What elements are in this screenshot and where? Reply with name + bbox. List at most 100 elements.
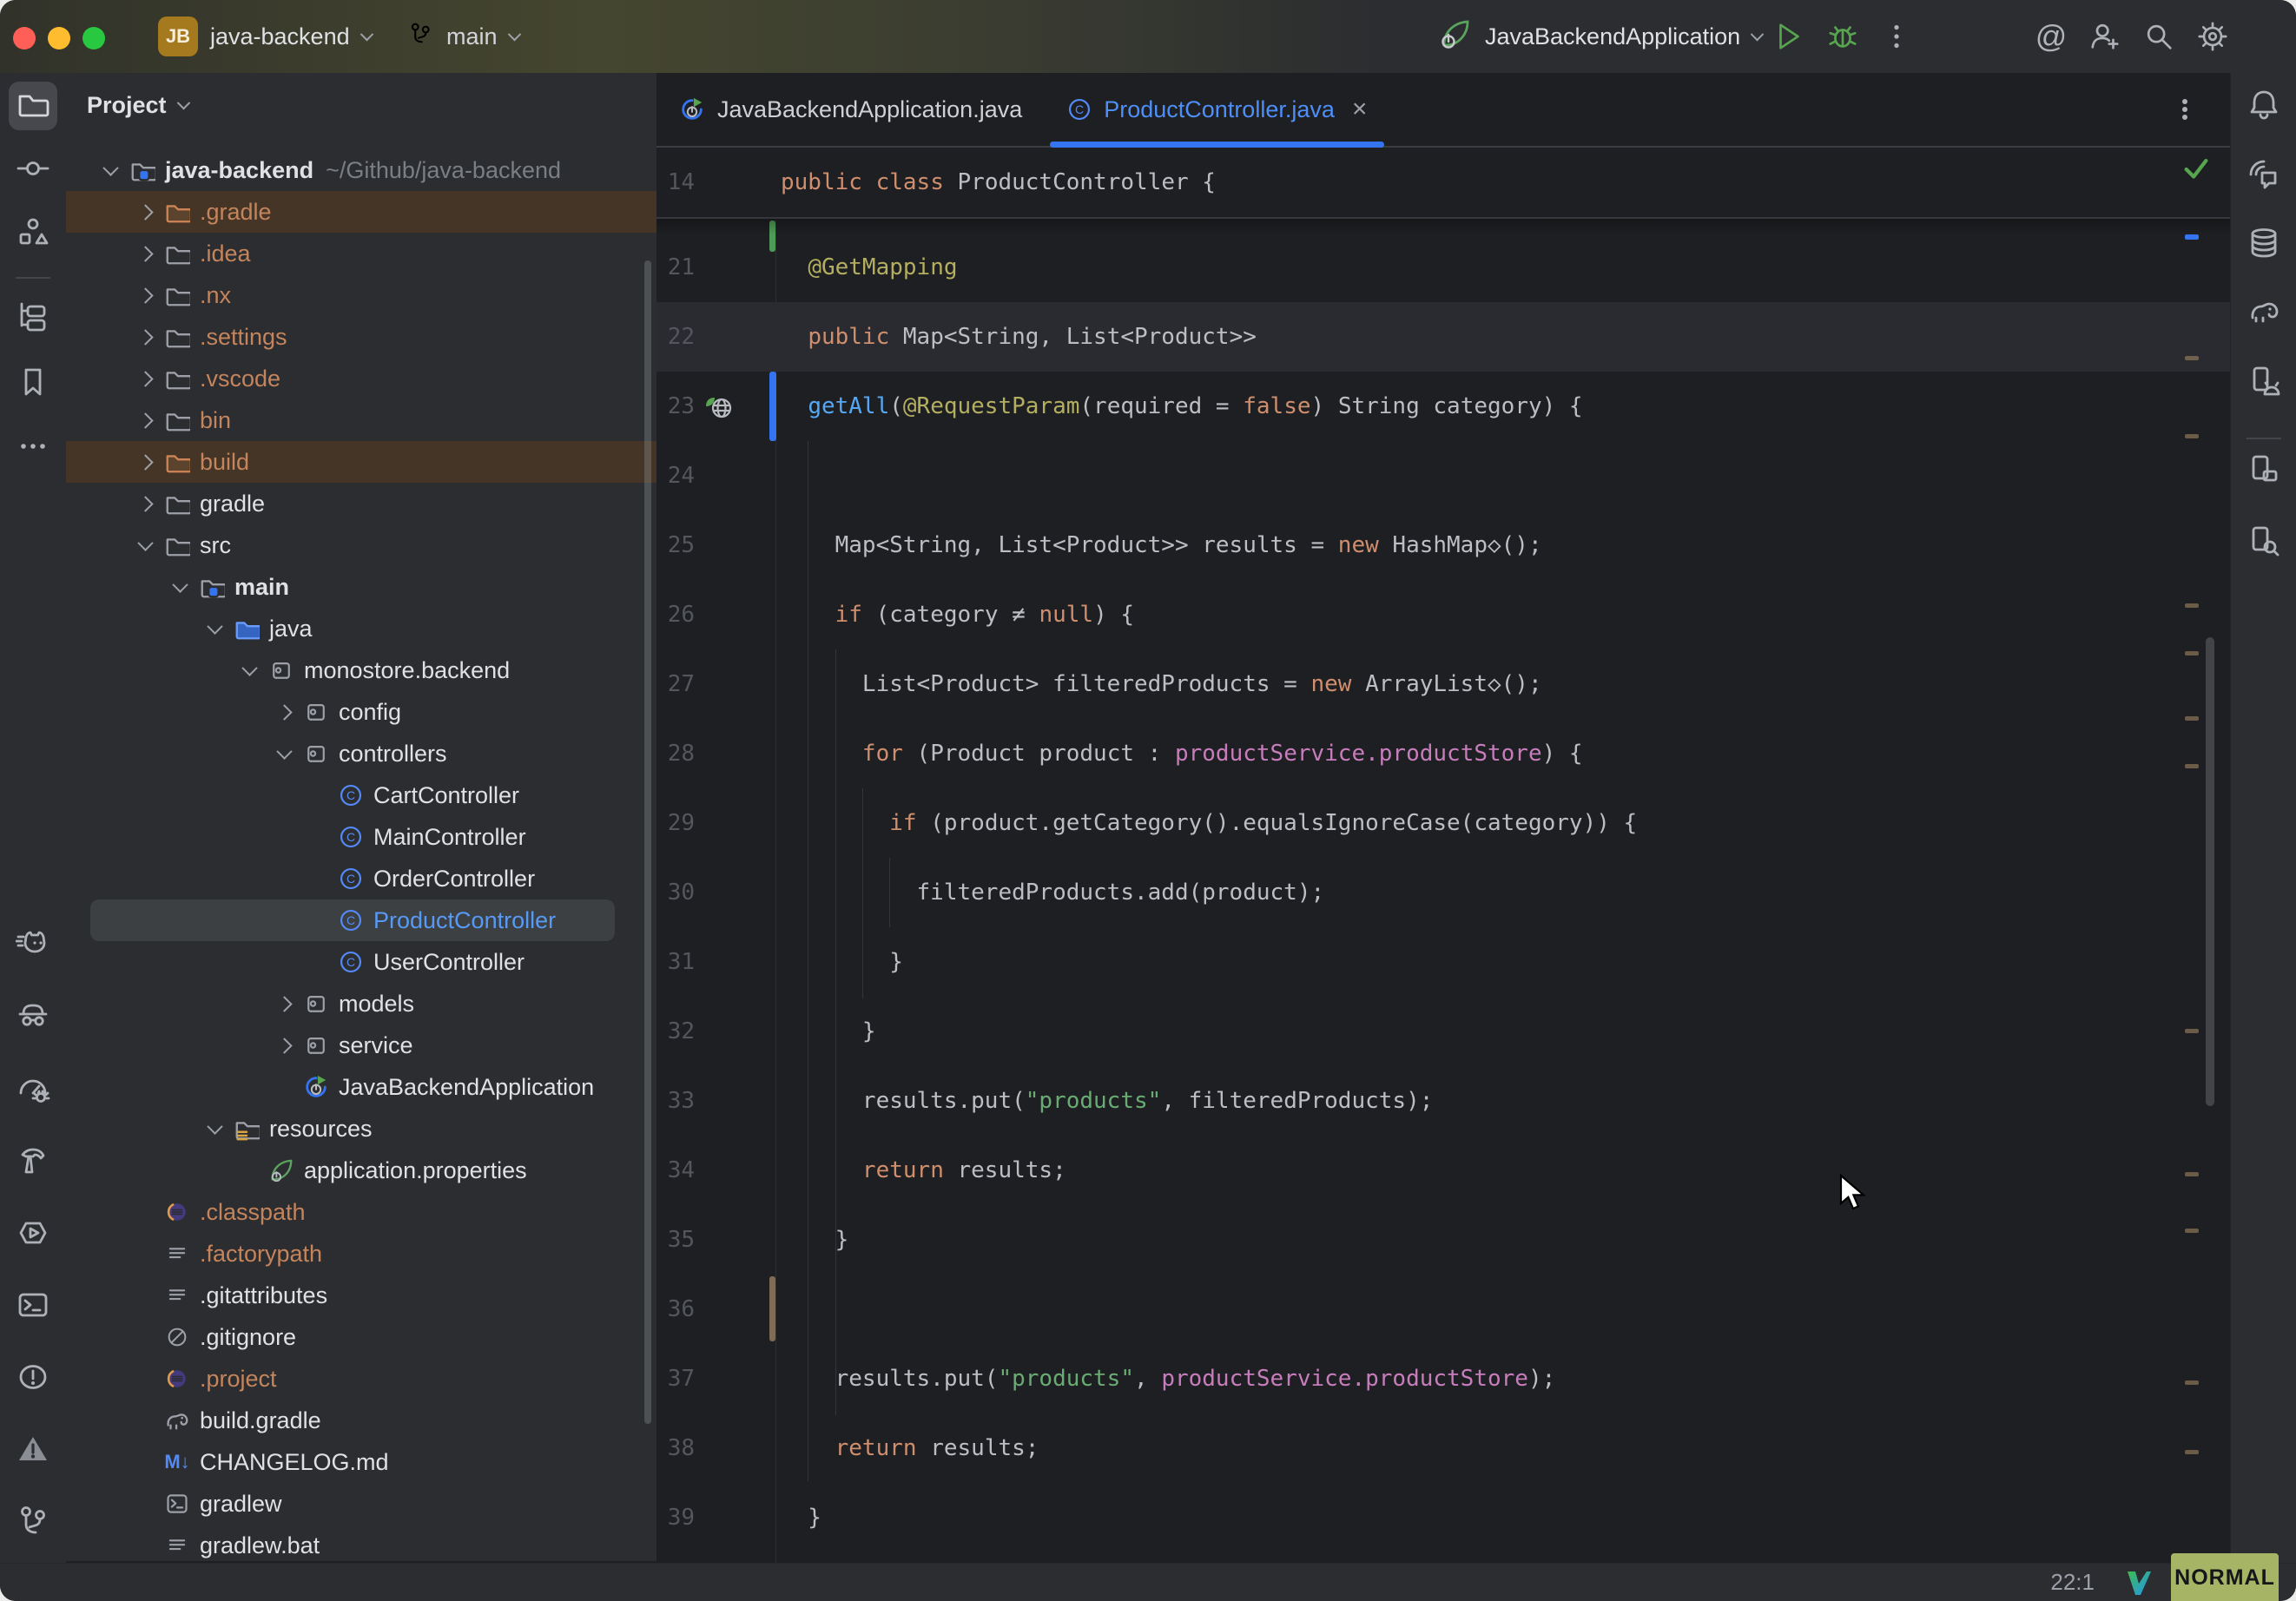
editor-scrollbar[interactable]: [2206, 637, 2214, 1106]
chevron-down-icon[interactable]: [234, 649, 264, 691]
ai-assistant-button[interactable]: @: [2027, 12, 2075, 61]
tool-button-warnings[interactable]: [9, 1426, 57, 1475]
tree-item-monostore-backend[interactable]: monostore.backend: [66, 649, 656, 691]
tool-button-git[interactable]: [9, 1499, 57, 1547]
tree-item--idea[interactable]: .idea: [66, 233, 656, 274]
caret-position-widget[interactable]: 22:1: [2050, 1569, 2095, 1596]
tab-options-kebab-icon[interactable]: [2161, 85, 2209, 134]
endpoint-globe-icon[interactable]: [705, 392, 736, 429]
tool-button-database[interactable]: [2240, 221, 2288, 269]
tree-item-java[interactable]: java: [66, 608, 656, 649]
tool-button-hierarchy[interactable]: [9, 295, 57, 344]
inspections-ok-check-icon[interactable]: [2181, 155, 2211, 190]
more-actions-button[interactable]: [1872, 12, 1921, 61]
chevron-down-icon[interactable]: [130, 524, 160, 566]
tree-item--settings[interactable]: .settings: [66, 316, 656, 358]
chevron-down-icon[interactable]: [96, 149, 125, 191]
project-widget[interactable]: java-backend: [210, 0, 372, 73]
settings-button[interactable]: [2188, 12, 2237, 61]
tree-item--vscode[interactable]: .vscode: [66, 358, 656, 399]
editor-tab-javabackendapplication-java[interactable]: JavaBackendApplication.java: [656, 73, 1045, 146]
chevron-right-icon[interactable]: [130, 274, 160, 316]
chevron-down-icon[interactable]: [269, 733, 299, 774]
tree-item--classpath[interactable]: .classpath: [66, 1191, 656, 1233]
tree-item-service[interactable]: service: [66, 1025, 656, 1066]
chevron-right-icon[interactable]: [130, 399, 160, 441]
tree-item-models[interactable]: models: [66, 983, 656, 1025]
tool-button-notifications[interactable]: [2240, 82, 2288, 131]
zoom-window-button[interactable]: [82, 27, 105, 49]
tree-item-build[interactable]: build: [66, 441, 656, 483]
tool-button-problems[interactable]: [9, 1354, 57, 1403]
tree-item-changelog-md[interactable]: M↓CHANGELOG.md: [66, 1441, 656, 1483]
chevron-down-icon[interactable]: [200, 608, 229, 649]
ideavim-icon[interactable]: [2124, 1568, 2154, 1601]
close-window-button[interactable]: [13, 27, 36, 49]
tool-button-commit[interactable]: [9, 146, 57, 194]
code-editor[interactable]: 21 @GetMapping22 public Map<String, List…: [656, 148, 2230, 1563]
tool-button-device-manager[interactable]: [2240, 359, 2288, 408]
tool-button-layout-inspector[interactable]: [2240, 519, 2288, 568]
tree-item-gradlew[interactable]: gradlew: [66, 1483, 656, 1525]
tree-item-ordercontroller[interactable]: COrderController: [66, 858, 656, 899]
chevron-right-icon[interactable]: [269, 1025, 299, 1066]
tool-button-project[interactable]: [9, 82, 57, 130]
tree-item-config[interactable]: config: [66, 691, 656, 733]
chevron-right-icon[interactable]: [269, 983, 299, 1025]
code-with-me-button[interactable]: [2081, 12, 2129, 61]
tree-item-controllers[interactable]: controllers: [66, 733, 656, 774]
tree-item--gitattributes[interactable]: .gitattributes: [66, 1275, 656, 1316]
debug-button[interactable]: [1818, 12, 1867, 61]
tree-item--gradle[interactable]: .gradle: [66, 191, 656, 233]
chevron-right-icon[interactable]: [130, 233, 160, 274]
chevron-right-icon[interactable]: [130, 191, 160, 233]
tree-item-application-properties[interactable]: application.properties: [66, 1150, 656, 1191]
chevron-right-icon[interactable]: [269, 691, 299, 733]
tool-button-incognito[interactable]: [9, 994, 57, 1043]
tree-item-cartcontroller[interactable]: CCartController: [66, 774, 656, 816]
tool-button-ai-assistant-tool[interactable]: [2240, 153, 2288, 201]
run-button[interactable]: [1765, 12, 1813, 61]
chevron-down-icon[interactable]: [165, 566, 195, 608]
tree-item-maincontroller[interactable]: CMainController: [66, 816, 656, 858]
search-everywhere-button[interactable]: [2134, 12, 2183, 61]
tree-item-gradlew-bat[interactable]: gradlew.bat: [66, 1525, 656, 1561]
project-panel-header[interactable]: Project: [87, 92, 188, 119]
tool-button-ai-cat[interactable]: [9, 922, 57, 971]
tree-item-resources[interactable]: resources: [66, 1108, 656, 1150]
tree-item--factorypath[interactable]: .factorypath: [66, 1233, 656, 1275]
tool-button-services[interactable]: [9, 1210, 57, 1259]
tree-scrollbar[interactable]: [644, 260, 651, 1424]
tree-item-javabackendapplication[interactable]: JavaBackendApplication: [66, 1066, 656, 1108]
tool-button-build[interactable]: [9, 1138, 57, 1187]
chevron-right-icon[interactable]: [130, 358, 160, 399]
tree-item-java-backend[interactable]: java-backend~/Github/java-backend: [66, 149, 656, 191]
vim-mode-badge[interactable]: NORMAL: [2171, 1553, 2279, 1601]
tool-button-terminal[interactable]: [9, 1282, 57, 1331]
tool-button-more-tools[interactable]: [9, 424, 57, 472]
chevron-right-icon[interactable]: [130, 483, 160, 524]
tree-item-productcontroller[interactable]: CProductController: [90, 899, 615, 941]
gutter-change-marker-brown[interactable]: [769, 1276, 775, 1341]
tool-button-running-devices[interactable]: [2240, 447, 2288, 496]
chevron-right-icon[interactable]: [130, 441, 160, 483]
tool-button-bookmarks[interactable]: [9, 359, 57, 408]
tree-item-usercontroller[interactable]: CUserController: [66, 941, 656, 983]
run-config-widget[interactable]: JavaBackendApplication: [1438, 0, 1762, 73]
tree-item--nx[interactable]: .nx: [66, 274, 656, 316]
tree-item-bin[interactable]: bin: [66, 399, 656, 441]
tool-button-structure[interactable]: [9, 210, 57, 259]
tool-button-gradle[interactable]: [2240, 289, 2288, 338]
tree-item--project[interactable]: .project: [66, 1358, 656, 1400]
tree-item-main[interactable]: main: [66, 566, 656, 608]
editor-tab-productcontroller-java[interactable]: CProductController.java×: [1045, 73, 1389, 146]
chevron-right-icon[interactable]: [130, 316, 160, 358]
branch-widget[interactable]: main: [408, 0, 519, 73]
tree-item-build-gradle[interactable]: build.gradle: [66, 1400, 656, 1441]
close-tab-icon[interactable]: ×: [1352, 95, 1368, 124]
tree-item-src[interactable]: src: [66, 524, 656, 566]
tool-button-profiler[interactable]: [9, 1066, 57, 1115]
chevron-down-icon[interactable]: [200, 1108, 229, 1150]
tree-item--gitignore[interactable]: .gitignore: [66, 1316, 656, 1358]
tree-item-gradle[interactable]: gradle: [66, 483, 656, 524]
